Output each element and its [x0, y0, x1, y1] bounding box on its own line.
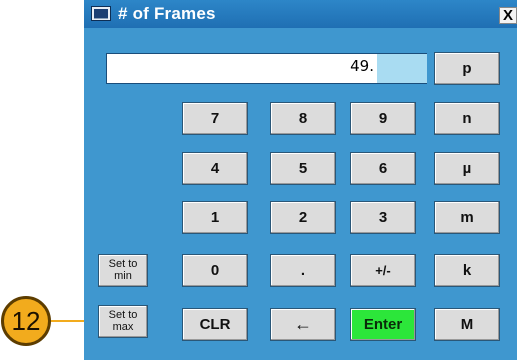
- digit-3-button[interactable]: 3: [350, 201, 416, 234]
- display-highlight: [377, 54, 427, 83]
- frames-keypad-dialog: # of Frames X 49. p n µ m k M 7 8 9 4 5 …: [84, 0, 517, 360]
- prefix-milli-button[interactable]: m: [434, 201, 500, 234]
- digit-4-button[interactable]: 4: [182, 152, 248, 185]
- prefix-nano-button[interactable]: n: [434, 102, 500, 135]
- set-to-min-line1: Set to: [108, 258, 138, 270]
- enter-button[interactable]: Enter: [350, 308, 416, 341]
- set-to-min-line2: min: [114, 270, 132, 282]
- prefix-micro-button[interactable]: µ: [434, 152, 500, 185]
- close-button[interactable]: X: [499, 7, 517, 24]
- prefix-kilo-button[interactable]: k: [434, 254, 500, 287]
- app-icon: [91, 6, 111, 21]
- value-display[interactable]: 49.: [106, 53, 427, 84]
- plus-minus-button[interactable]: +/-: [350, 254, 416, 287]
- backspace-arrow-icon[interactable]: ←: [270, 308, 336, 341]
- set-to-min-button[interactable]: Set to min: [98, 254, 148, 287]
- title-bar: # of Frames X: [84, 0, 517, 28]
- digit-5-button[interactable]: 5: [270, 152, 336, 185]
- decimal-point-button[interactable]: .: [270, 254, 336, 287]
- set-to-max-line1: Set to: [108, 309, 138, 321]
- digit-2-button[interactable]: 2: [270, 201, 336, 234]
- digit-0-button[interactable]: 0: [182, 254, 248, 287]
- set-to-max-line2: max: [112, 321, 134, 333]
- digit-6-button[interactable]: 6: [350, 152, 416, 185]
- display-value: 49.: [350, 57, 374, 75]
- clear-button[interactable]: CLR: [182, 308, 248, 341]
- digit-7-button[interactable]: 7: [182, 102, 248, 135]
- digit-8-button[interactable]: 8: [270, 102, 336, 135]
- set-to-max-button[interactable]: Set to max: [98, 305, 148, 338]
- window-title: # of Frames: [118, 4, 216, 23]
- digit-1-button[interactable]: 1: [182, 201, 248, 234]
- digit-9-button[interactable]: 9: [350, 102, 416, 135]
- callout-badge: 12: [1, 296, 51, 346]
- prefix-mega-button[interactable]: M: [434, 308, 500, 341]
- prefix-pico-button[interactable]: p: [434, 52, 500, 85]
